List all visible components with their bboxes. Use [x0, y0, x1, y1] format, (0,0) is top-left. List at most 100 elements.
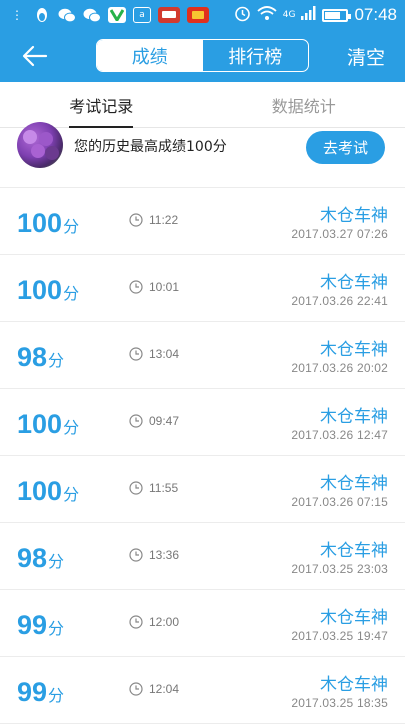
exam-record-row[interactable]: 99分 12:00 木仓车神 2017.03.25 19:47 — [0, 590, 405, 657]
wifi-icon — [257, 6, 277, 25]
score-value: 98 — [17, 342, 47, 373]
avatar — [17, 122, 63, 168]
score: 100分 — [17, 476, 79, 507]
qq-penguin-icon — [33, 7, 51, 23]
clock-time: 07:48 — [354, 5, 397, 25]
user-name: 木仓车神 — [320, 335, 388, 360]
score-value: 100 — [17, 208, 62, 239]
record-date: 2017.03.26 12:47 — [291, 428, 388, 442]
exam-record-row[interactable]: 100分 09:47 木仓车神 2017.03.26 12:47 — [0, 389, 405, 456]
duration: 12:04 — [129, 682, 179, 696]
duration: 11:22 — [129, 213, 178, 227]
clock-icon — [129, 481, 143, 495]
score: 100分 — [17, 275, 79, 306]
clock-icon — [129, 682, 143, 696]
signal-icon — [301, 6, 316, 24]
best-score-text: 您的历史最高成绩100分 — [74, 136, 227, 156]
exam-record-list: 100分 11:22 木仓车神 2017.03.27 07:26 100分 10… — [0, 188, 405, 724]
duration: 12:00 — [129, 615, 179, 629]
score-value: 100 — [17, 409, 62, 440]
network-type: 4G — [283, 10, 296, 20]
tab-exam-records[interactable]: 考试记录 — [0, 82, 203, 127]
app-bar: 成绩 排行榜 清空 — [0, 30, 405, 82]
user-name: 木仓车神 — [320, 402, 388, 427]
wechat-icon — [83, 7, 101, 23]
clock-icon — [129, 414, 143, 428]
score-unit: 分 — [63, 414, 79, 438]
score-unit: 分 — [63, 280, 79, 304]
battery-level — [325, 12, 339, 19]
score: 100分 — [17, 208, 79, 239]
user-name: 木仓车神 — [320, 603, 388, 628]
red-app-icon — [158, 7, 180, 23]
wechat-icon — [58, 7, 76, 23]
clock-icon — [129, 213, 143, 227]
duration-text: 13:36 — [149, 548, 179, 562]
duration-text: 12:00 — [149, 615, 179, 629]
score-value: 99 — [17, 677, 47, 708]
score-unit: 分 — [63, 213, 79, 237]
clock-icon — [129, 548, 143, 562]
score-unit: 分 — [48, 682, 64, 706]
user-name: 木仓车神 — [320, 268, 388, 293]
back-button[interactable] — [20, 41, 50, 71]
green-app-icon — [108, 7, 126, 23]
score-unit: 分 — [48, 548, 64, 572]
clear-button[interactable]: 清空 — [347, 43, 385, 70]
overflow-dots-icon: ⋮ — [8, 7, 26, 23]
take-exam-button[interactable]: 去考试 — [306, 131, 385, 164]
score: 99分 — [17, 610, 64, 641]
red-app-icon — [187, 7, 209, 23]
exam-record-row[interactable]: 98分 13:04 木仓车神 2017.03.26 20:02 — [0, 322, 405, 389]
duration-text: 13:04 — [149, 347, 179, 361]
record-date: 2017.03.26 07:15 — [291, 495, 388, 509]
alarm-clock-icon — [234, 5, 251, 26]
record-date: 2017.03.26 20:02 — [291, 361, 388, 375]
score-value: 100 — [17, 476, 62, 507]
duration-text: 12:04 — [149, 682, 179, 696]
exam-record-row[interactable]: 100分 11:55 木仓车神 2017.03.26 07:15 — [0, 456, 405, 523]
duration: 13:36 — [129, 548, 179, 562]
exam-record-row[interactable]: 99分 12:04 木仓车神 2017.03.25 18:35 — [0, 657, 405, 724]
score-value: 99 — [17, 610, 47, 641]
best-score-header: 您的历史最高成绩100分 去考试 — [0, 128, 405, 188]
clock-icon — [129, 280, 143, 294]
system-indicators: 4G 07:48 — [234, 5, 397, 26]
duration: 13:04 — [129, 347, 179, 361]
duration-text: 09:47 — [149, 414, 179, 428]
duration: 11:55 — [129, 481, 178, 495]
user-name: 木仓车神 — [320, 469, 388, 494]
exam-record-row[interactable]: 100分 10:01 木仓车神 2017.03.26 22:41 — [0, 255, 405, 322]
exam-record-row[interactable]: 98分 13:36 木仓车神 2017.03.25 23:03 — [0, 523, 405, 590]
tab-statistics[interactable]: 数据统计 — [203, 82, 405, 127]
duration-text: 11:55 — [149, 481, 178, 495]
score: 98分 — [17, 342, 64, 373]
status-bar: ⋮ a 4G 07:48 — [0, 0, 405, 30]
record-date: 2017.03.27 07:26 — [291, 227, 388, 241]
clock-icon — [129, 615, 143, 629]
score: 98分 — [17, 543, 64, 574]
record-date: 2017.03.26 22:41 — [291, 294, 388, 308]
segment-scores[interactable]: 成绩 — [97, 40, 203, 71]
user-name: 木仓车神 — [320, 670, 388, 695]
tab-bar: 考试记录 数据统计 — [0, 82, 405, 128]
score-value: 100 — [17, 275, 62, 306]
score-unit: 分 — [48, 347, 64, 371]
battery-icon — [322, 9, 348, 22]
segment-leaderboard[interactable]: 排行榜 — [203, 40, 309, 71]
score-value: 98 — [17, 543, 47, 574]
score: 99分 — [17, 677, 64, 708]
clock-icon — [129, 347, 143, 361]
duration-text: 11:22 — [149, 213, 178, 227]
user-name: 木仓车神 — [320, 536, 388, 561]
back-arrow-icon — [22, 45, 48, 67]
notification-icons: ⋮ a — [8, 7, 209, 23]
score-unit: 分 — [48, 615, 64, 639]
duration: 09:47 — [129, 414, 179, 428]
record-date: 2017.03.25 23:03 — [291, 562, 388, 576]
duration-text: 10:01 — [149, 280, 179, 294]
exam-record-row[interactable]: 100分 11:22 木仓车神 2017.03.27 07:26 — [0, 188, 405, 255]
user-name: 木仓车神 — [320, 201, 388, 226]
segmented-control: 成绩 排行榜 — [96, 39, 309, 72]
record-date: 2017.03.25 18:35 — [291, 696, 388, 710]
